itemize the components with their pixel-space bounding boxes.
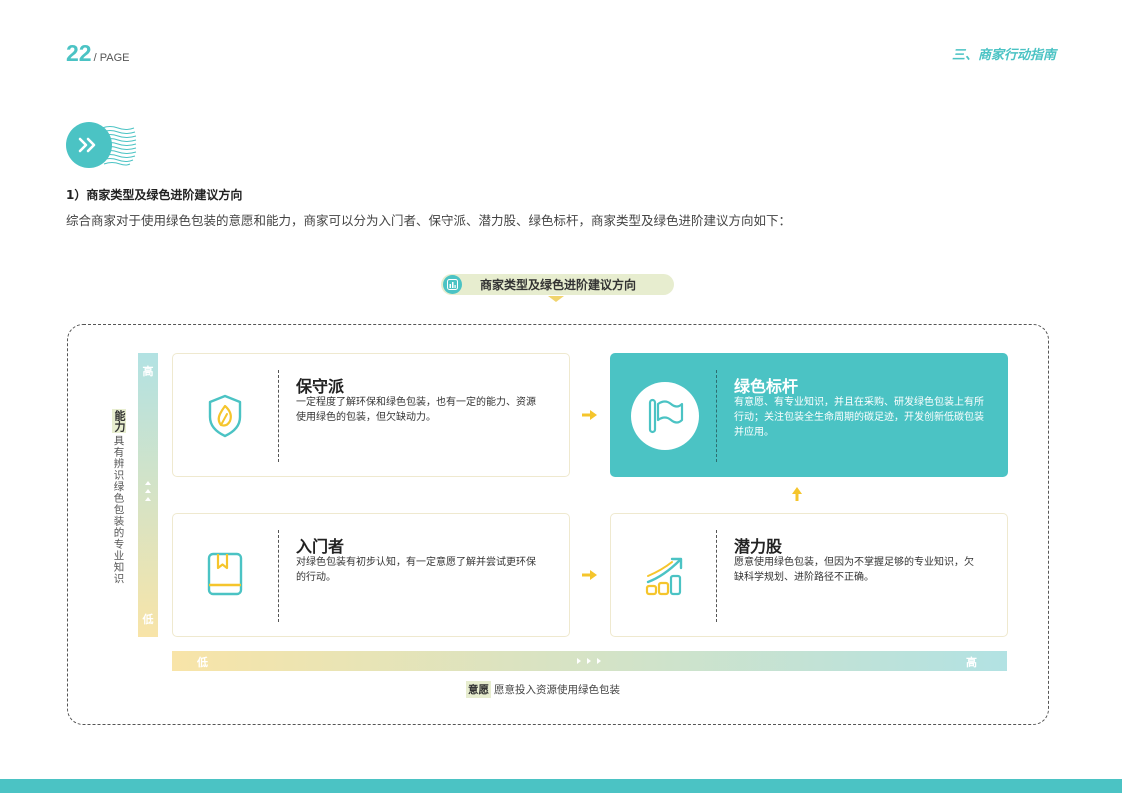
card-title: 入门者 [296, 533, 349, 557]
up-arrows-icon [145, 481, 151, 501]
card-beginner: 入门者 对绿色包装有初步认知，有一定意愿了解并尝试更环保的行动。 [172, 513, 570, 637]
footer-bar [0, 779, 1122, 793]
y-axis-label: 能力 具有辨识绿色包装的专业知识 [112, 409, 126, 585]
x-axis-text: 愿意投入资源使用绿色包装 [494, 684, 620, 696]
section-title: 三、商家行动指南 [951, 48, 1056, 63]
card-divider [278, 530, 279, 622]
card-description: 对绿色包装有初步认知，有一定意愿了解并尝试更环保的行动。 [296, 557, 536, 583]
card-divider [278, 370, 279, 462]
title-pointer [548, 296, 564, 302]
leaf-shield-icon [208, 394, 242, 438]
arrow-right-icon [582, 410, 597, 420]
arrow-right-icon [582, 570, 597, 580]
bar-chart-icon [443, 275, 462, 294]
page-number: 22 / PAGE [66, 40, 129, 67]
y-axis-tag: 能力 [112, 409, 126, 433]
y-axis-bar: 高 低 [138, 353, 158, 637]
card-description: 一定程度了解环保和绿色包装，也有一定的能力、资源使用绿色的包装，但欠缺动力。 [296, 397, 536, 423]
flag-icon [631, 382, 699, 450]
arrow-up-icon [792, 487, 802, 501]
diagram-title-text: 商家类型及绿色进阶建议方向 [480, 278, 637, 292]
growth-chart-icon [645, 557, 683, 596]
right-arrows-icon [577, 658, 601, 664]
page-label: / PAGE [93, 52, 130, 64]
intro-paragraph: 综合商家对于使用绿色包装的意愿和能力，商家可以分为入门者、保守派、潜力股、绿色标… [66, 213, 792, 228]
x-axis-tag: 意愿 [466, 681, 491, 698]
card-description: 愿意使用绿色包装，但因为不掌握足够的专业知识，欠缺科学规划、进阶路径不正确。 [734, 557, 974, 583]
x-axis-label: 意愿 愿意投入资源使用绿色包装 [466, 681, 620, 698]
card-divider [716, 530, 717, 622]
chevron-badge-icon [66, 122, 137, 168]
card-divider [716, 370, 717, 462]
card-benchmark: 绿色标杆 有意愿、有专业知识，并且在采购、研发绿色包装上有所行动；关注包装全生命… [610, 353, 1008, 477]
card-title: 绿色标杆 [734, 373, 803, 397]
page-number-value: 22 [66, 40, 92, 66]
card-description: 有意愿、有专业知识，并且在采购、研发绿色包装上有所行动；关注包装全生命周期的碳足… [734, 397, 984, 438]
section-heading: 1）商家类型及绿色进阶建议方向 [66, 188, 243, 202]
y-axis-high: 高 [142, 365, 154, 378]
card-conservative: 保守派 一定程度了解环保和绿色包装，也有一定的能力、资源使用绿色的包装，但欠缺动… [172, 353, 570, 477]
diagram-title: 商家类型及绿色进阶建议方向 [441, 274, 674, 295]
x-axis-bar: 低 高 [172, 651, 1007, 671]
card-potential: 潜力股 愿意使用绿色包装，但因为不掌握足够的专业知识，欠缺科学规划、进阶路径不正… [610, 513, 1008, 637]
x-axis-low: 低 [197, 656, 208, 669]
card-title: 潜力股 [734, 533, 787, 557]
book-icon [207, 552, 243, 596]
x-axis-high: 高 [966, 656, 977, 669]
y-axis-low: 低 [142, 613, 154, 626]
card-title: 保守派 [296, 373, 349, 397]
y-axis-text: 具有辨识绿色包装的专业知识 [112, 435, 125, 585]
